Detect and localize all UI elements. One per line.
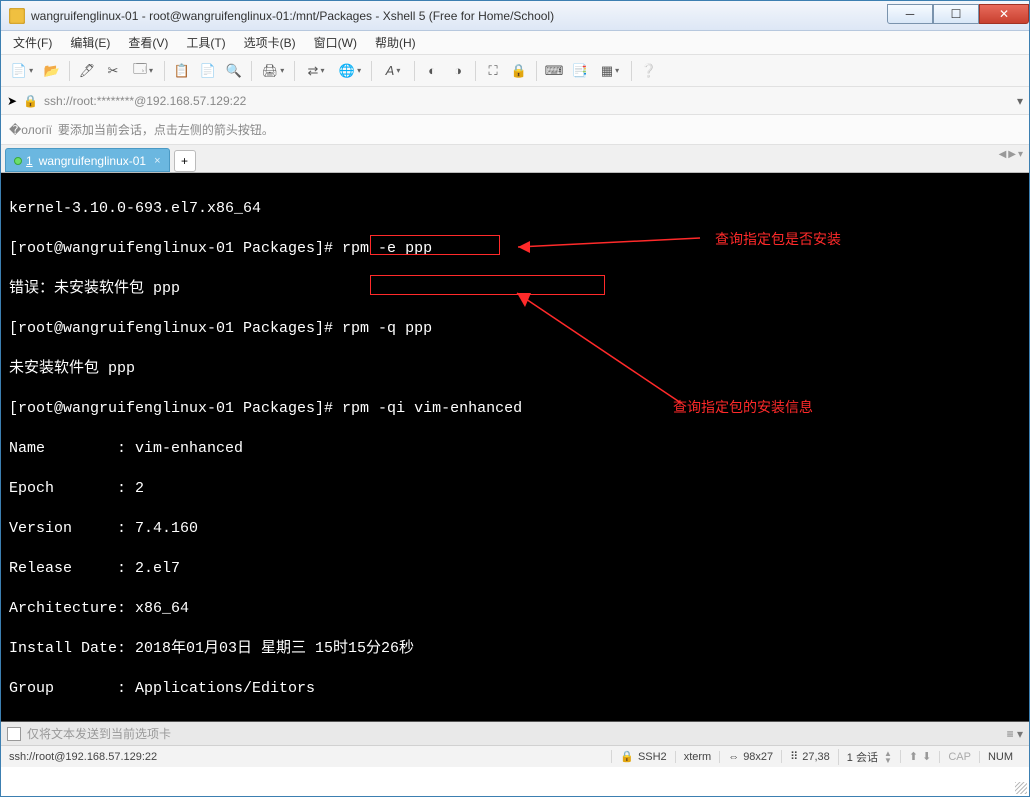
address-bar: ➤ 🔒 ssh://root:********@192.168.57.129:2…: [1, 87, 1029, 115]
addr-add-icon[interactable]: ➤: [7, 94, 17, 108]
status-size: 98x27: [743, 751, 773, 763]
annotation-text-2: 查询指定包的安装信息: [673, 397, 813, 417]
status-bar: ssh://root@192.168.57.129:22 🔒 SSH2 xterm…: [1, 745, 1029, 767]
paste-button[interactable]: 📄: [197, 60, 219, 82]
terminal[interactable]: kernel-3.10.0-693.el7.x86_64 [root@wangr…: [1, 173, 1029, 721]
cursor-icon: ⠿: [790, 750, 798, 763]
disconnect-button[interactable]: ✂: [102, 60, 124, 82]
terminal-line: Release : 2.el7: [9, 559, 1021, 579]
size-icon: ⇔: [728, 751, 739, 763]
reconnect-button[interactable]: 🖊: [76, 60, 98, 82]
send-placeholder[interactable]: 仅将文本发送到当前选项卡: [27, 725, 171, 742]
resize-grip[interactable]: [1015, 782, 1027, 794]
window-title: wangruifenglinux-01 - root@wangruifengli…: [31, 9, 887, 23]
send-checkbox[interactable]: [7, 727, 21, 741]
font-button[interactable]: A: [378, 60, 408, 82]
terminal-line: Size : 2292098: [9, 719, 1021, 721]
status-proto: SSH2: [638, 751, 667, 763]
menu-tools[interactable]: 工具(T): [182, 32, 229, 53]
new-session-button[interactable]: 📄: [7, 60, 37, 82]
properties-button[interactable]: 🗔: [128, 60, 158, 82]
terminal-line: Epoch : 2: [9, 479, 1021, 499]
menu-edit[interactable]: 编辑(E): [66, 32, 114, 53]
hint-icon: �ології: [9, 123, 52, 137]
status-cursor: 27,38: [802, 751, 830, 763]
status-num: NUM: [988, 751, 1013, 763]
address-url[interactable]: ssh://root:********@192.168.57.129:22: [44, 94, 1011, 108]
lock-icon: 🔒: [23, 94, 38, 108]
tab-list-icon[interactable]: ▾: [1018, 149, 1023, 160]
fullscreen-button[interactable]: ⛶: [482, 60, 504, 82]
terminal-line: Install Date: 2018年01月03日 星期三 15时15分26秒: [9, 639, 1021, 659]
annotation-arrow-1: [500, 233, 710, 259]
maximize-button[interactable]: ☐: [933, 4, 979, 24]
send-menu-icon[interactable]: ≡ ▾: [1007, 727, 1023, 741]
status-dot-icon: [14, 157, 22, 165]
find-button[interactable]: 🔍: [223, 60, 245, 82]
address-dropdown-icon[interactable]: ▾: [1017, 94, 1023, 108]
titlebar: wangruifenglinux-01 - root@wangruifengli…: [1, 1, 1029, 31]
status-sessions: 1 会话: [847, 749, 878, 765]
status-connection: ssh://root@192.168.57.129:22: [9, 751, 611, 763]
status-term: xterm: [684, 751, 712, 763]
keyboard-button[interactable]: ⌨: [543, 60, 565, 82]
annotation-box-1: [370, 235, 500, 255]
annotation-text-1: 查询指定包是否安装: [715, 229, 841, 249]
menubar: 文件(F) 编辑(E) 查看(V) 工具(T) 选项卡(B) 窗口(W) 帮助(…: [1, 31, 1029, 55]
tab-session-1[interactable]: 1 wangruifenglinux-01 ×: [5, 148, 170, 172]
tab-next-icon[interactable]: ▶: [1008, 149, 1016, 160]
tab-close-icon[interactable]: ×: [154, 155, 160, 167]
copy-button[interactable]: 📋: [171, 60, 193, 82]
menu-help[interactable]: 帮助(H): [371, 32, 420, 53]
menu-file[interactable]: 文件(F): [9, 32, 56, 53]
terminal-line: Name : vim-enhanced: [9, 439, 1021, 459]
menu-tabs[interactable]: 选项卡(B): [240, 32, 300, 53]
log-button[interactable]: 📑: [569, 60, 591, 82]
hint-text: 要添加当前会话，点击左侧的箭头按钮。: [58, 121, 274, 138]
tab-label: wangruifenglinux-01: [39, 154, 146, 168]
terminal-line: Group : Applications/Editors: [9, 679, 1021, 699]
menu-window[interactable]: 窗口(W): [310, 32, 361, 53]
transfer-button[interactable]: ⇄: [301, 60, 331, 82]
terminal-line: Architecture: x86_64: [9, 599, 1021, 619]
lock-button[interactable]: 🔒: [508, 60, 530, 82]
tab-number: 1: [26, 154, 33, 168]
minimize-button[interactable]: ─: [887, 4, 933, 24]
send-bar: 仅将文本发送到当前选项卡 ≡ ▾: [1, 721, 1029, 745]
app-icon: [9, 8, 25, 24]
download-icon[interactable]: ⬇: [922, 750, 931, 763]
terminal-line: Version : 7.4.160: [9, 519, 1021, 539]
ssh-lock-icon: 🔒: [620, 750, 634, 763]
print-button[interactable]: 🖨: [258, 60, 288, 82]
toolbar: 📄 📂 🖊 ✂ 🗔 📋 📄 🔍 🖨 ⇄ 🌐 A ◐ ◑ ⛶ 🔒 ⌨ 📑 ▦ ❔: [1, 55, 1029, 87]
menu-view[interactable]: 查看(V): [124, 32, 172, 53]
open-button[interactable]: 📂: [41, 60, 63, 82]
upload-icon[interactable]: ⬆: [909, 750, 918, 763]
script-button[interactable]: ◐: [421, 60, 443, 82]
color-button[interactable]: ◑: [447, 60, 469, 82]
hint-bar: �ології 要添加当前会话，点击左侧的箭头按钮。: [1, 115, 1029, 145]
status-cap: CAP: [948, 751, 971, 763]
tab-prev-icon[interactable]: ◀: [999, 149, 1007, 160]
tab-strip: 1 wangruifenglinux-01 × + ◀ ▶ ▾: [1, 145, 1029, 173]
terminal-line: kernel-3.10.0-693.el7.x86_64: [9, 199, 1021, 219]
annotation-arrow-2: [501, 285, 701, 411]
add-tab-button[interactable]: +: [174, 150, 196, 172]
xftp-button[interactable]: 🌐: [335, 60, 365, 82]
close-button[interactable]: ✕: [979, 4, 1029, 24]
layout-button[interactable]: ▦: [595, 60, 625, 82]
help-button[interactable]: ❔: [638, 60, 660, 82]
